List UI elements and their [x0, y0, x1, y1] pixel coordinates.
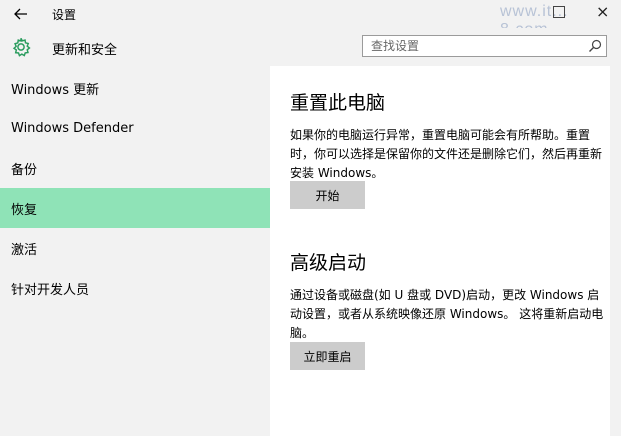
advanced-startup-heading: 高级启动 [290, 252, 367, 274]
close-button[interactable]: × [596, 2, 609, 21]
sidebar-item-label: Windows 更新 [11, 82, 100, 98]
section-title: 更新和安全 [52, 43, 118, 58]
scrollbar[interactable] [610, 66, 621, 436]
page-header: 更新和安全 [0, 28, 621, 66]
reset-pc-description: 如果你的电脑运行异常，重置电脑可能会有所帮助。重置时，你可以选择是保留你的文件还… [290, 128, 603, 180]
back-arrow-icon [14, 8, 27, 20]
search-icon[interactable] [588, 39, 602, 53]
sidebar-item-backup[interactable]: 备份 [0, 148, 270, 188]
sidebar: Windows 更新 Windows Defender 备份 恢复 激活 针对开… [0, 66, 270, 436]
restart-now-button[interactable]: 立即重启 [290, 342, 365, 370]
sidebar-item-for-developers[interactable]: 针对开发人员 [0, 268, 270, 308]
main-content: 重置此电脑 如果你的电脑运行异常，重置电脑可能会有所帮助。重置时，你可以选择是保… [270, 66, 610, 436]
gear-icon [12, 37, 31, 57]
sidebar-item-recovery[interactable]: 恢复 [0, 188, 270, 228]
sidebar-item-label: 备份 [11, 162, 38, 178]
search-box[interactable] [362, 35, 607, 57]
window-title: 设置 [52, 8, 77, 22]
sidebar-item-label: Windows Defender [11, 120, 134, 136]
sidebar-item-windows-update[interactable]: Windows 更新 [0, 68, 270, 108]
reset-pc-heading: 重置此电脑 [290, 92, 386, 114]
reset-start-button[interactable]: 开始 [290, 181, 365, 209]
sidebar-item-activation[interactable]: 激活 [0, 228, 270, 268]
sidebar-item-windows-defender[interactable]: Windows Defender [0, 108, 270, 148]
maximize-button[interactable] [553, 6, 565, 18]
sidebar-item-label: 恢复 [11, 202, 38, 218]
sidebar-item-label: 激活 [11, 242, 38, 258]
search-input[interactable] [363, 36, 586, 56]
advanced-startup-description: 通过设备或磁盘(如 U 盘或 DVD)启动，更改 Windows 启动设置，或者… [290, 288, 604, 340]
title-bar: 设置 www.it... 8.com × [0, 0, 621, 38]
sidebar-item-label: 针对开发人员 [11, 282, 90, 298]
back-button[interactable] [9, 3, 33, 25]
